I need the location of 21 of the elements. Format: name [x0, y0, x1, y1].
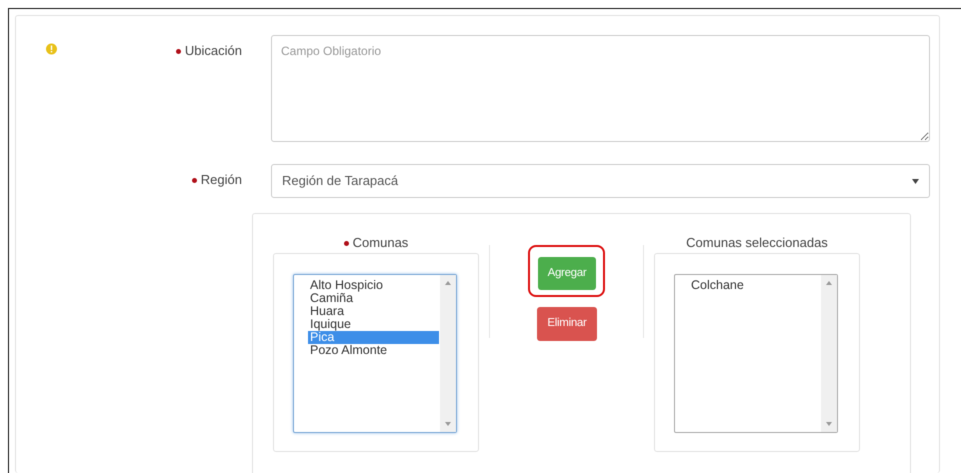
caret-icon	[912, 178, 919, 184]
field-label: Región	[200, 172, 242, 187]
list-option[interactable]: Iquique	[308, 318, 439, 331]
scroll-down-icon[interactable]	[826, 422, 832, 426]
list-option[interactable]: Pozo Almonte	[308, 344, 439, 357]
scroll-up-icon[interactable]	[445, 281, 451, 285]
text-area-field[interactable]: Campo Obligatorio	[271, 35, 930, 142]
list-option[interactable]: Huara	[308, 305, 439, 318]
info-icon	[46, 42, 57, 55]
list-title: Comunas seleccionadas	[686, 235, 828, 250]
select-field[interactable]: Región de Tarapacá	[271, 164, 930, 198]
scroll-up-icon[interactable]	[826, 281, 832, 285]
list-box[interactable]: Colchane	[674, 274, 838, 433]
list-option[interactable]: Alto Hospicio	[308, 279, 439, 292]
list-option[interactable]: Camiña	[308, 292, 439, 305]
scroll-down-icon[interactable]	[445, 422, 451, 426]
list-box[interactable]: Alto Hospicio Camiña Huara Iquique Pica Pozo Almonte	[293, 274, 457, 433]
list-title: Comunas	[352, 235, 408, 250]
list-option[interactable]: Colchane	[689, 279, 820, 292]
field-label: Ubicación	[184, 43, 242, 58]
remove-button[interactable]: Eliminar	[537, 307, 597, 340]
